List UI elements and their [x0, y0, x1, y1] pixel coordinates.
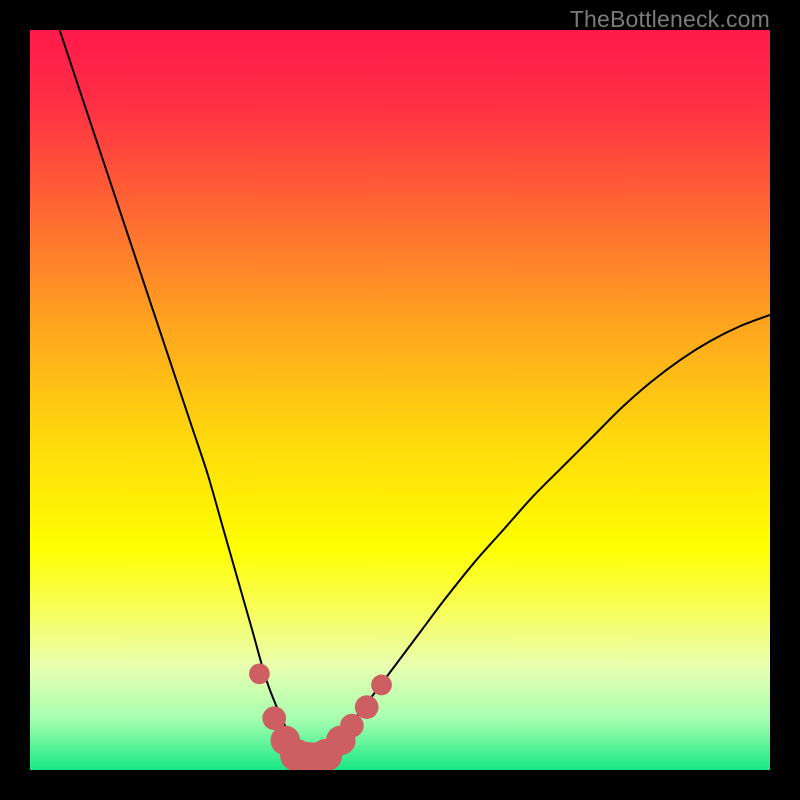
chart-container — [30, 30, 770, 770]
highlight-dot — [355, 695, 379, 719]
outer-frame: TheBottleneck.com — [0, 0, 800, 800]
watermark-text: TheBottleneck.com — [570, 6, 770, 33]
highlight-dot — [249, 663, 270, 684]
highlight-dot — [371, 675, 392, 696]
bottleneck-chart — [30, 30, 770, 770]
highlight-dot — [340, 714, 364, 738]
